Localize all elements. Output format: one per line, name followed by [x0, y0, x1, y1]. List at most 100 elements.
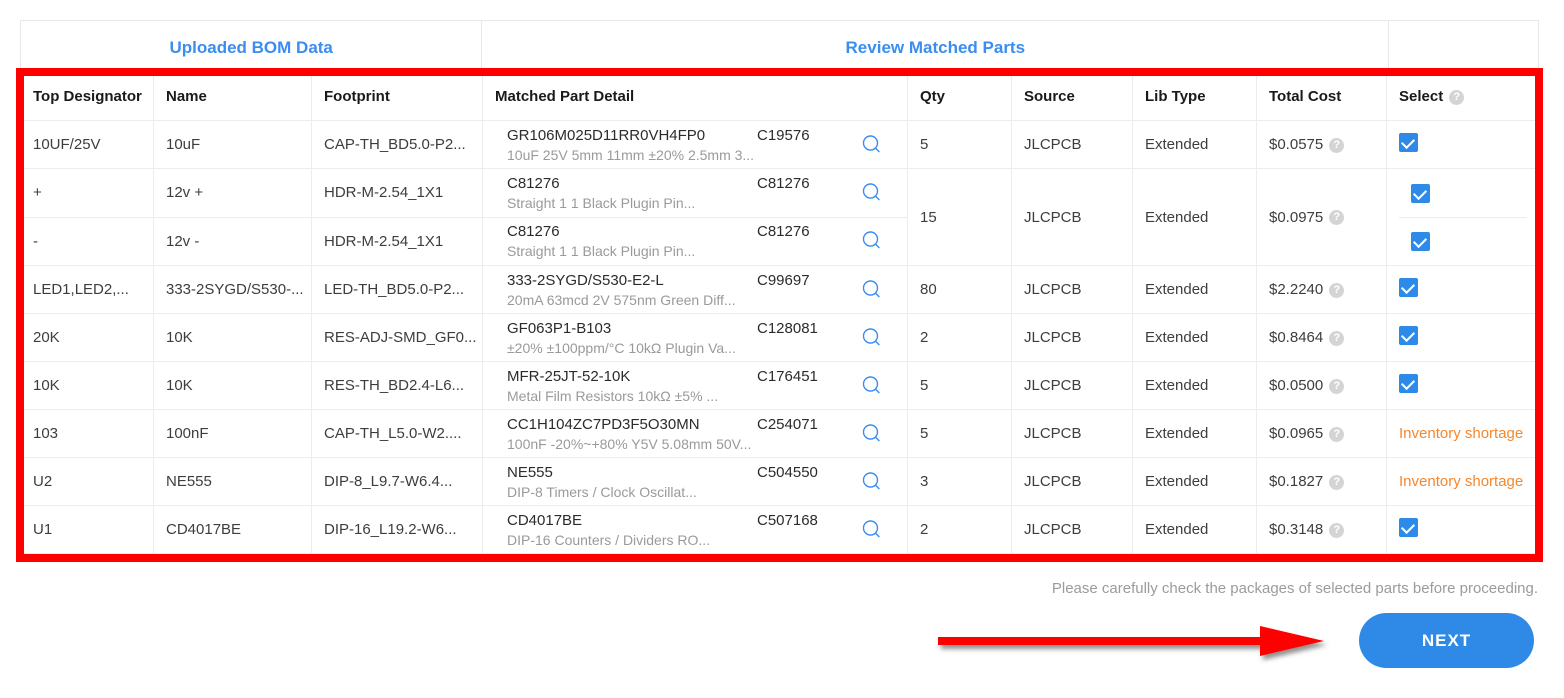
cell-select: Inventory shortage — [1386, 409, 1540, 458]
cell-select[interactable] — [1386, 505, 1540, 554]
cell-matched-part-detail: NE555 C504550 DIP-8 Timers / Clock Oscil… — [482, 457, 908, 506]
search-part-button[interactable] — [849, 470, 895, 494]
search-part-button[interactable] — [849, 181, 895, 205]
cell-footprint: RES-TH_BD2.4-L6... — [311, 361, 483, 410]
cell-footprint: RES-ADJ-SMD_GF0... — [311, 313, 483, 362]
cell-select[interactable] — [1386, 120, 1540, 169]
search-icon — [862, 519, 880, 537]
col-header-select-label: Select — [1399, 88, 1444, 105]
matched-part-title: 333-2SYGD/S530-E2-L — [507, 271, 664, 289]
select-checkbox[interactable] — [1399, 326, 1418, 345]
cell-footprint: HDR-M-2.54_1X1 — [311, 216, 483, 266]
search-part-button[interactable] — [849, 422, 895, 446]
step-empty — [1389, 21, 1538, 74]
matched-part-description: Straight 1 1 Black Plugin Pin... — [507, 243, 696, 260]
cell-footprint: CAP-TH_BD5.0-P2... — [311, 120, 483, 169]
table-row[interactable]: U2 NE555 DIP-8_L9.7-W6.4... NE555 C50455… — [20, 457, 1540, 506]
col-header-top-designator[interactable]: Top Designator — [20, 72, 154, 121]
cell-qty: 5 — [907, 409, 1012, 458]
cell-total-cost: $0.3148? — [1256, 505, 1387, 554]
cell-lib-type: Extended — [1132, 313, 1257, 362]
search-icon — [862, 423, 880, 441]
matched-part-code: C254071 — [757, 415, 818, 433]
matched-part-title: CD4017BE — [507, 511, 583, 529]
select-checkbox[interactable] — [1399, 133, 1418, 152]
search-part-button[interactable] — [849, 374, 895, 398]
cell-source: JLCPCB — [1011, 361, 1133, 410]
matched-part-description: Straight 1 1 Black Plugin Pin... — [507, 194, 696, 211]
table-row[interactable]: 20K 10K RES-ADJ-SMD_GF0... GF063P1-B103 … — [20, 313, 1540, 362]
matched-part-description: DIP-16 Counters / Dividers RO... — [507, 531, 711, 548]
cell-matched-part-detail: GR106M025D11RR0VH4FP0 C19576 10uF 25V 5m… — [482, 120, 908, 169]
matched-part-description: DIP-8 Timers / Clock Oscillat... — [507, 483, 697, 500]
select-checkbox[interactable] — [1399, 278, 1418, 297]
cell-matched-part-detail: 333-2SYGD/S530-E2-L C99697 20mA 63mcd 2V… — [482, 265, 908, 314]
cell-qty: 15 — [907, 168, 1012, 266]
col-header-matched-part-detail[interactable]: Matched Part Detail — [482, 72, 908, 121]
search-part-button[interactable] — [849, 133, 895, 157]
total-cost-value: $0.1827 — [1269, 473, 1324, 490]
cell-select[interactable] — [1386, 313, 1540, 362]
search-part-button[interactable] — [849, 278, 895, 302]
matched-part-title: MFR-25JT-52-10K — [507, 367, 631, 385]
col-header-source[interactable]: Source — [1011, 72, 1133, 121]
table-header-row: Top Designator Name Footprint Matched Pa… — [20, 72, 1540, 121]
step-review-matched-parts[interactable]: Review Matched Parts — [482, 21, 1390, 74]
table-row[interactable]: + 12v + HDR-M-2.54_1X1 C81276 C81276 Str… — [20, 168, 1540, 266]
cell-select[interactable] — [1386, 265, 1540, 314]
cell-source: JLCPCB — [1011, 313, 1133, 362]
matched-part-description: Metal Film Resistors 10kΩ ±5% ... — [507, 387, 719, 404]
cell-footprint: HDR-M-2.54_1X1 — [311, 168, 483, 218]
col-header-name[interactable]: Name — [153, 72, 312, 121]
table-row[interactable]: 10UF/25V 10uF CAP-TH_BD5.0-P2... GR106M0… — [20, 120, 1540, 169]
cell-select[interactable] — [1386, 361, 1540, 410]
total-cost-value: $0.0965 — [1269, 425, 1324, 442]
search-part-button[interactable] — [849, 229, 895, 253]
select-checkbox[interactable] — [1411, 183, 1430, 203]
col-header-lib-type[interactable]: Lib Type — [1132, 72, 1257, 121]
select-checkbox[interactable] — [1399, 374, 1418, 393]
cell-select-group[interactable] — [1386, 168, 1540, 266]
help-icon[interactable]: ? — [1329, 330, 1345, 346]
cell-total-cost: $0.0975? — [1256, 168, 1387, 266]
help-icon[interactable]: ? — [1329, 137, 1345, 153]
total-cost-value: $0.0975 — [1269, 208, 1324, 226]
col-header-total-cost[interactable]: Total Cost — [1256, 72, 1387, 121]
help-icon[interactable]: ? — [1449, 89, 1465, 105]
cell-matched-part-detail: MFR-25JT-52-10K C176451 Metal Film Resis… — [482, 361, 908, 410]
help-icon[interactable]: ? — [1329, 522, 1345, 538]
search-part-button[interactable] — [849, 326, 895, 350]
table-row[interactable]: U1 CD4017BE DIP-16_L19.2-W6... CD4017BE … — [20, 505, 1540, 554]
help-icon[interactable]: ? — [1329, 426, 1345, 442]
matched-part-code: C176451 — [757, 367, 818, 385]
col-header-footprint[interactable]: Footprint — [311, 72, 483, 121]
select-checkbox[interactable] — [1399, 518, 1418, 537]
cell-top-designator: 10K — [20, 361, 154, 410]
cell-total-cost: $0.8464? — [1256, 313, 1387, 362]
select-sub-cell[interactable] — [1399, 217, 1527, 265]
cell-name: 12v + — [153, 168, 312, 218]
cell-lib-type: Extended — [1132, 265, 1257, 314]
table-row[interactable]: 103 100nF CAP-TH_L5.0-W2.... CC1H104ZC7P… — [20, 409, 1540, 458]
select-sub-cell[interactable] — [1399, 169, 1527, 217]
table-row[interactable]: 10K 10K RES-TH_BD2.4-L6... MFR-25JT-52-1… — [20, 361, 1540, 410]
help-icon[interactable]: ? — [1329, 474, 1345, 490]
help-icon[interactable]: ? — [1329, 378, 1345, 394]
table-body: 10UF/25V 10uF CAP-TH_BD5.0-P2... GR106M0… — [20, 120, 1540, 554]
search-icon — [862, 471, 880, 489]
next-button[interactable]: NEXT — [1359, 613, 1534, 668]
table-row[interactable]: LED1,LED2,... 333-2SYGD/S530-... LED-TH_… — [20, 265, 1540, 314]
matched-part-code: C19576 — [757, 126, 810, 144]
help-icon[interactable]: ? — [1329, 282, 1345, 298]
search-part-button[interactable] — [849, 518, 895, 542]
step-uploaded-bom-data[interactable]: Uploaded BOM Data — [21, 21, 483, 74]
search-icon — [862, 231, 880, 249]
cell-source: JLCPCB — [1011, 505, 1133, 554]
step-label: Review Matched Parts — [845, 37, 1026, 57]
cell-footprint: CAP-TH_L5.0-W2.... — [311, 409, 483, 458]
select-checkbox[interactable] — [1411, 232, 1430, 251]
help-icon[interactable]: ? — [1329, 210, 1345, 226]
col-header-select[interactable]: Select? — [1386, 72, 1540, 121]
col-header-qty[interactable]: Qty — [907, 72, 1012, 121]
matched-part-description: 20mA 63mcd 2V 575nm Green Diff... — [507, 291, 736, 308]
